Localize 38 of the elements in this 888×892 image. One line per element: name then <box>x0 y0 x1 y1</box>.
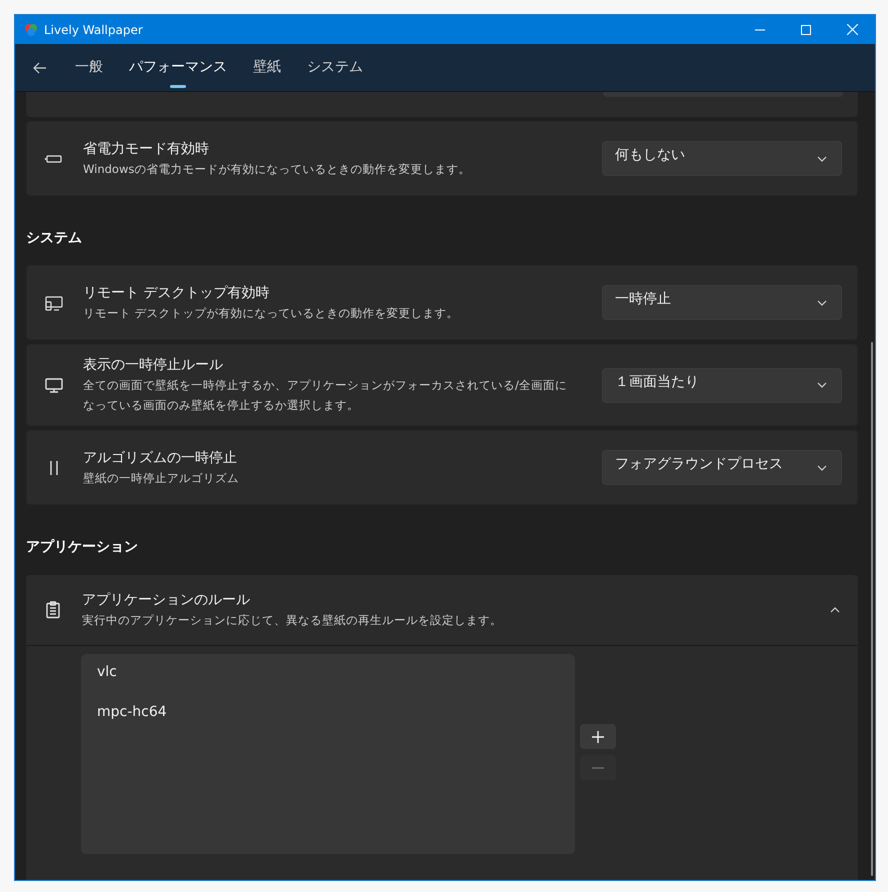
nav-tab[interactable]: パフォーマンス <box>116 44 240 92</box>
setting-title: 省電力モード有効時 <box>83 140 210 158</box>
window-title: Lively Wallpaper <box>44 22 144 38</box>
back-arrow-icon <box>33 62 47 74</box>
section-header: システム <box>26 229 83 248</box>
app-logo-icon <box>24 22 38 36</box>
selected-indicator <box>170 84 186 88</box>
nav-tab[interactable]: 壁紙 <box>240 44 294 92</box>
setting-title: 表示の一時停止ルール <box>83 356 224 375</box>
setting-description: 全ての画面で壁紙を一時停止するか、アプリケーションがフォーカスされている/全画面になっている画面のみ壁紙を停止するか選択します。 <box>83 377 568 414</box>
setting-title: アプリケーションのルール <box>82 591 251 610</box>
maximize-icon <box>801 24 811 34</box>
chevron-down-icon <box>817 382 827 388</box>
chevron-down-icon <box>817 464 827 470</box>
dropdown[interactable]: 一時停止 <box>602 285 842 320</box>
expander-header[interactable]: アプリケーションのルール 実行中のアプリケーションに応じて、異なる壁紙の再生ルールを設定します。 <box>26 575 858 646</box>
nav-tab[interactable]: 一般 <box>62 44 116 92</box>
minus-icon <box>592 766 604 768</box>
setting-description: リモート デスクトップが有効になっているときの動作を変更します。 <box>83 304 460 322</box>
chevron-down-icon <box>817 300 827 306</box>
add-button[interactable] <box>580 724 616 749</box>
setting-description: 壁紙の一時停止アルゴリズム <box>83 470 240 486</box>
dropdown[interactable]: 何もしない <box>602 141 842 176</box>
setting-title: アルゴリズムの一時停止 <box>83 448 238 468</box>
nav-tab[interactable]: システム <box>294 44 376 92</box>
plus-icon <box>592 730 604 742</box>
setting-description: Windowsの省電力モードが有効になっているときの動作を変更します。 <box>83 160 472 178</box>
application-list-item[interactable]: vlc <box>81 662 575 702</box>
dropdown[interactable]: １画面当たり <box>602 368 842 402</box>
section-header: アプリケーション <box>26 538 139 557</box>
close-icon <box>846 24 858 35</box>
scrollbar-thumb[interactable] <box>871 342 873 876</box>
setting-title: リモート デスクトップ有効時 <box>83 284 270 302</box>
application-list-item[interactable]: mpc-hc64 <box>81 702 575 742</box>
chevron-down-icon <box>817 156 827 162</box>
chevron-up-icon <box>830 607 840 613</box>
dropdown[interactable]: フォアグラウンドプロセス <box>602 450 842 485</box>
setting-description: 実行中のアプリケーションに応じて、異なる壁紙の再生ルールを設定します。 <box>82 612 503 629</box>
